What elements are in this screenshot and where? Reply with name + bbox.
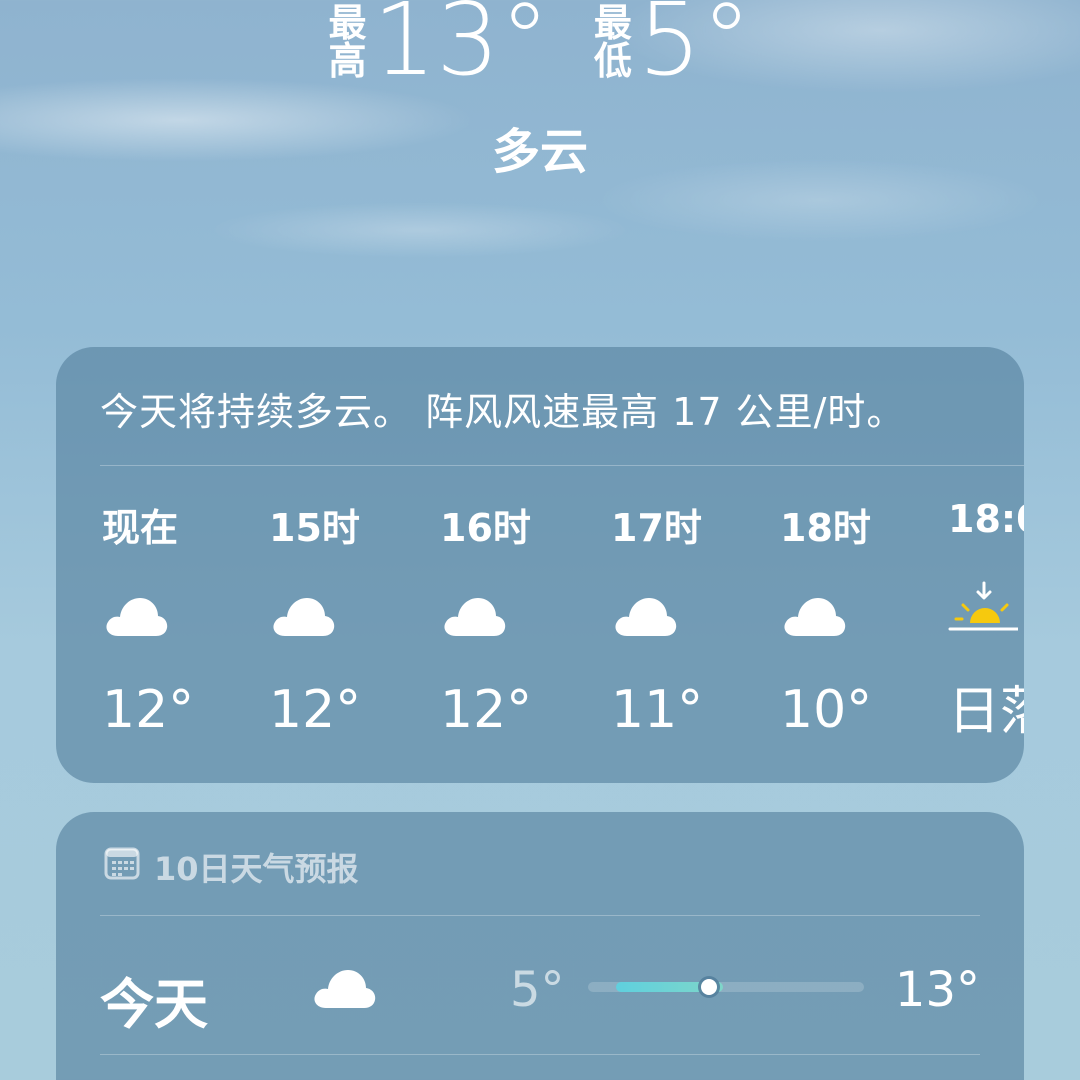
low-label-top: 最	[593, 1, 632, 45]
hour-item[interactable]: 现在 12°	[102, 497, 252, 740]
hour-label: 18时	[780, 506, 871, 550]
high-label-top: 最	[328, 1, 367, 45]
hour-item[interactable]: 17时 11°	[611, 497, 761, 740]
ten-day-forecast-card[interactable]: 10日天气预报 今天 5° 13°	[56, 812, 1024, 1080]
forecast-title: 10日天气预报	[154, 850, 359, 888]
hourly-divider	[100, 465, 1024, 466]
forecast-row-divider	[100, 1054, 980, 1055]
calendar-icon	[104, 846, 154, 888]
high-temp-group: 最 高 13°	[329, 0, 550, 98]
hour-item[interactable]: 15时 12°	[269, 497, 419, 740]
day-low-temp: 5°	[510, 962, 565, 1018]
temperature-range-bar	[588, 979, 864, 995]
hour-temp: 12°	[102, 680, 195, 740]
cloud-icon	[102, 590, 252, 652]
hourly-summary: 今天将持续多云。 阵风风速最高 17 公里/时。	[100, 390, 906, 434]
cloud-icon	[780, 590, 930, 652]
hourly-forecast-card[interactable]: 今天将持续多云。 阵风风速最高 17 公里/时。 现在 12° 15时 12° …	[56, 347, 1024, 783]
high-label: 最 高	[329, 4, 367, 80]
hour-temp: 12°	[269, 680, 362, 740]
forecast-divider	[100, 915, 980, 916]
day-name: 今天	[100, 973, 208, 1036]
hour-temp: 12°	[440, 680, 533, 740]
low-temp-value: 5°	[637, 0, 752, 98]
weather-condition: 多云	[491, 124, 588, 180]
hour-item[interactable]: 16时 12°	[440, 497, 590, 740]
low-label-bottom: 低	[593, 39, 632, 83]
hour-label: 16时	[440, 506, 531, 550]
low-temp-group: 最 低 5°	[594, 0, 752, 98]
hour-item[interactable]: 18:0 日落	[948, 497, 1024, 744]
hour-temp: 日落	[948, 682, 1024, 742]
low-label: 最 低	[594, 4, 632, 80]
hour-label: 18:0	[948, 497, 1024, 541]
hour-label: 15时	[269, 506, 360, 550]
hour-temp: 11°	[611, 680, 704, 740]
hour-label: 现在	[102, 506, 179, 550]
cloud-icon	[269, 590, 419, 652]
cloud-icon	[310, 962, 378, 1014]
hour-label: 17时	[611, 506, 702, 550]
sunset-icon	[948, 579, 1024, 641]
forecast-header: 10日天气预报	[104, 844, 359, 890]
high-temp-value: 13°	[372, 0, 550, 98]
day-high-temp: 13°	[894, 962, 980, 1018]
high-low-header: 最 高 13° 最 低 5°	[0, 0, 1080, 96]
forecast-day-row[interactable]: 今天 5° 13°	[100, 952, 980, 1036]
cloud-icon	[611, 590, 761, 652]
cloud-icon	[440, 590, 590, 652]
hour-temp: 10°	[780, 680, 873, 740]
high-label-bottom: 高	[328, 39, 367, 83]
hour-item[interactable]: 18时 10°	[780, 497, 930, 740]
current-temp-indicator	[701, 979, 718, 995]
